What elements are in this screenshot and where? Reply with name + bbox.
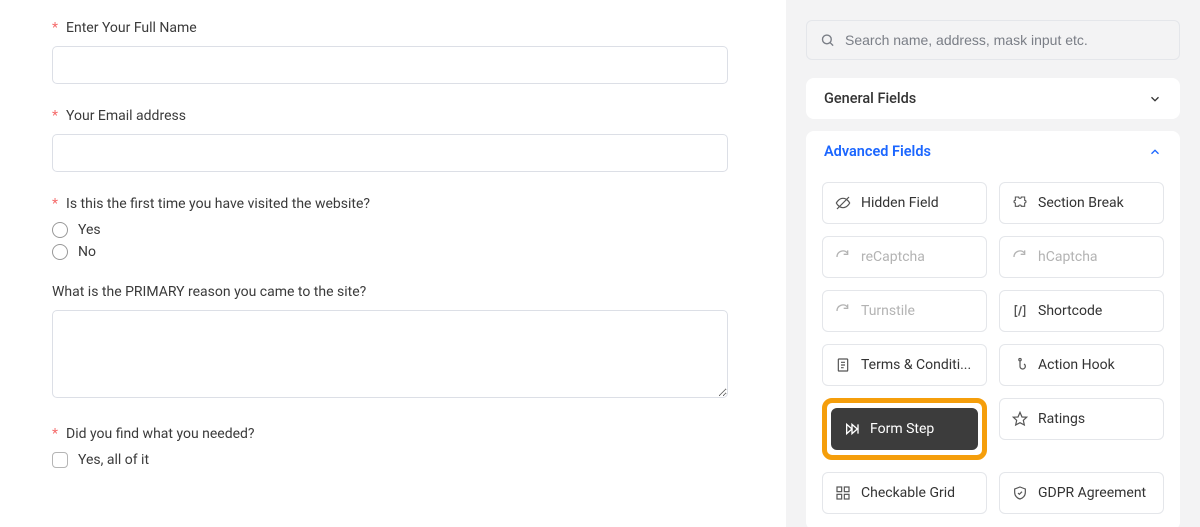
tile-action-hook[interactable]: Action Hook: [999, 344, 1164, 386]
form-group-name: * Enter Your Full Name: [52, 20, 728, 84]
shield-icon: [1012, 485, 1028, 501]
reason-textarea[interactable]: [52, 310, 728, 398]
tile-label: Form Step: [870, 421, 934, 437]
panel-advanced-header[interactable]: Advanced Fields: [806, 131, 1180, 172]
search-input[interactable]: [806, 20, 1180, 60]
eye-off-icon: [835, 195, 851, 211]
panel-body: Hidden Field Section Break reCaptcha hCa…: [806, 172, 1180, 527]
tile-shortcode[interactable]: Shortcode: [999, 290, 1164, 332]
label-text: What is the PRIMARY reason you came to t…: [52, 284, 366, 300]
chevron-down-icon: [1148, 92, 1162, 106]
skip-forward-icon: [844, 421, 860, 437]
form-group-reason: What is the PRIMARY reason you came to t…: [52, 284, 728, 402]
tile-label: Checkable Grid: [861, 485, 955, 501]
puzzle-icon: [1012, 195, 1028, 211]
chevron-up-icon: [1148, 145, 1162, 159]
tile-label: Terms & Conditi...: [861, 357, 971, 373]
highlight-form-step: Form Step: [822, 398, 987, 460]
email-input[interactable]: [52, 134, 728, 172]
tile-label: Shortcode: [1038, 303, 1102, 319]
tile-terms[interactable]: Terms & Conditi...: [822, 344, 987, 386]
required-asterisk: *: [52, 196, 58, 212]
label-found: * Did you find what you needed?: [52, 426, 728, 442]
panel-title: General Fields: [824, 90, 916, 107]
label-email: * Your Email address: [52, 108, 728, 124]
label-first-visit: * Is this the first time you have visite…: [52, 196, 728, 212]
tile-gdpr[interactable]: GDPR Agreement: [999, 472, 1164, 514]
star-icon: [1012, 411, 1028, 427]
label-text: Did you find what you needed?: [66, 426, 255, 442]
panel-general: General Fields: [806, 78, 1180, 119]
tile-label: Action Hook: [1038, 357, 1115, 373]
form-group-email: * Your Email address: [52, 108, 728, 172]
tile-section-break[interactable]: Section Break: [999, 182, 1164, 224]
panel-advanced: Advanced Fields Hidden Field Section Bre…: [806, 131, 1180, 527]
hook-icon: [1012, 357, 1028, 373]
tile-label: GDPR Agreement: [1038, 485, 1146, 501]
label-text: Enter Your Full Name: [66, 20, 197, 36]
tile-checkable-grid[interactable]: Checkable Grid: [822, 472, 987, 514]
tile-label: reCaptcha: [861, 249, 925, 265]
checkbox-label: Yes, all of it: [78, 452, 149, 468]
required-asterisk: *: [52, 108, 58, 124]
label-text: Your Email address: [66, 108, 186, 124]
document-icon: [835, 357, 851, 373]
search-icon: [820, 33, 835, 48]
search-box: [806, 20, 1180, 60]
radio-yes[interactable]: Yes: [52, 222, 728, 238]
radio-no[interactable]: No: [52, 244, 728, 260]
form-canvas: * Enter Your Full Name * Your Email addr…: [0, 0, 786, 527]
form-group-found: * Did you find what you needed? Yes, all…: [52, 426, 728, 468]
checkbox-yes-all[interactable]: Yes, all of it: [52, 452, 728, 468]
grid-icon: [835, 485, 851, 501]
radio-label: No: [78, 244, 96, 260]
tile-hcaptcha[interactable]: hCaptcha: [999, 236, 1164, 278]
tile-hidden-field[interactable]: Hidden Field: [822, 182, 987, 224]
tile-form-step[interactable]: Form Step: [831, 408, 978, 450]
sidebar: General Fields Advanced Fields Hidden Fi…: [786, 0, 1200, 527]
form-group-first-visit: * Is this the first time you have visite…: [52, 196, 728, 260]
checkbox-icon: [52, 452, 68, 468]
tile-label: Turnstile: [861, 303, 915, 319]
label-reason: What is the PRIMARY reason you came to t…: [52, 284, 728, 300]
code-brackets-icon: [1012, 303, 1028, 319]
panel-general-header[interactable]: General Fields: [806, 78, 1180, 119]
radio-label: Yes: [78, 222, 101, 238]
radio-icon: [52, 244, 68, 260]
panel-title: Advanced Fields: [824, 143, 931, 160]
label-name: * Enter Your Full Name: [52, 20, 728, 36]
radio-icon: [52, 222, 68, 238]
tile-recaptcha[interactable]: reCaptcha: [822, 236, 987, 278]
tile-label: Hidden Field: [861, 195, 939, 211]
refresh-icon: [1012, 249, 1028, 265]
refresh-icon: [835, 303, 851, 319]
tile-label: Ratings: [1038, 411, 1085, 427]
required-asterisk: *: [52, 20, 58, 36]
tile-turnstile[interactable]: Turnstile: [822, 290, 987, 332]
refresh-icon: [835, 249, 851, 265]
label-text: Is this the first time you have visited …: [66, 196, 370, 212]
tile-label: hCaptcha: [1038, 249, 1098, 265]
required-asterisk: *: [52, 426, 58, 442]
tile-label: Section Break: [1038, 195, 1124, 211]
name-input[interactable]: [52, 46, 728, 84]
tile-ratings[interactable]: Ratings: [999, 398, 1164, 440]
radio-group-first-visit: Yes No: [52, 222, 728, 260]
